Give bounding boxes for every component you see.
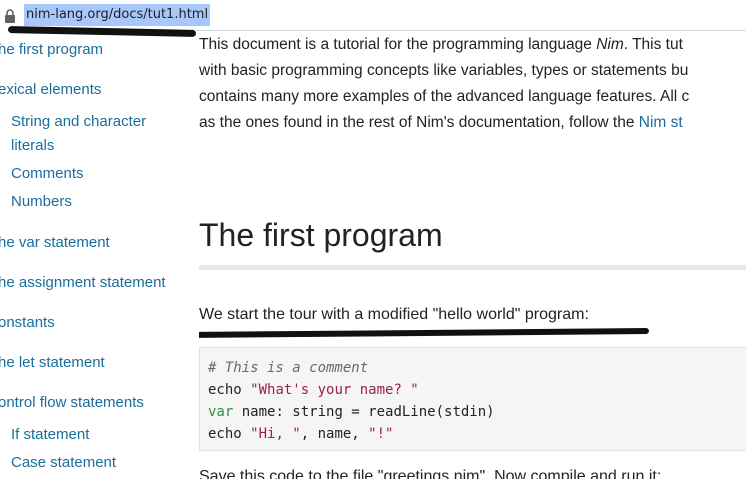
main-content: This document is a tutorial for the prog…	[199, 32, 746, 479]
intro-emphasis: Nim	[596, 36, 624, 53]
url-text[interactable]: nim-lang.org/docs/tut1.html	[24, 4, 211, 26]
sidebar-item-string-literals-cont[interactable]: literals	[11, 135, 54, 157]
sidebar-item-string-literals[interactable]: String and character	[11, 111, 146, 133]
intro-line-4: as the ones found in the rest of Nim's d…	[199, 110, 689, 136]
code-echo: echo	[208, 382, 251, 398]
code-string: "What's your name? "	[250, 382, 419, 398]
style-guide-link[interactable]: Nim st	[639, 114, 683, 131]
heading-rule	[199, 265, 746, 270]
sidebar-item-comments[interactable]: Comments	[11, 163, 84, 185]
sidebar-item-control-flow[interactable]: ontrol flow statements	[0, 392, 144, 414]
code-text: # This is a comment echo "What's your na…	[200, 348, 746, 454]
lock-icon[interactable]	[4, 9, 16, 23]
intro-text: . This tut	[623, 36, 683, 53]
intro-paragraph: This document is a tutorial for the prog…	[199, 32, 689, 136]
code-comment: # This is a comment	[208, 360, 369, 376]
code-text-fragment: , name,	[300, 426, 369, 442]
section-heading: The first program	[199, 217, 443, 253]
intro-text: as the ones found in the rest of Nim's d…	[199, 114, 639, 131]
code-keyword: var	[208, 404, 234, 420]
code-string: "Hi, "	[250, 426, 301, 442]
following-paragraph: Save this code to the file "greetings.ni…	[199, 468, 662, 479]
code-string: "!"	[368, 426, 394, 442]
sidebar-item-numbers[interactable]: Numbers	[11, 191, 72, 213]
sidebar-item-assignment-statement[interactable]: he assignment statement	[0, 272, 166, 294]
intro-line-1: This document is a tutorial for the prog…	[199, 32, 689, 58]
sidebar-item-if-statement[interactable]: If statement	[11, 424, 89, 446]
sidebar-item-constants[interactable]: onstants	[0, 312, 55, 334]
address-bar[interactable]: nim-lang.org/docs/tut1.html	[0, 0, 746, 37]
address-bar-divider	[196, 30, 746, 31]
sidebar-item-let-statement[interactable]: he let statement	[0, 352, 105, 374]
lead-sentence: We start the tour with a modified "hello…	[199, 306, 589, 323]
code-block: # This is a comment echo "What's your na…	[199, 347, 746, 451]
intro-text: This document is a tutorial for the prog…	[199, 36, 597, 53]
code-text-fragment: name: string = readLine(stdin)	[233, 404, 495, 420]
sidebar-item-lexical-elements[interactable]: exical elements	[0, 79, 101, 101]
sidebar-toc: he first program exical elements String …	[0, 32, 190, 479]
sidebar-item-var-statement[interactable]: he var statement	[0, 232, 110, 254]
intro-line-3: contains many more examples of the advan…	[199, 88, 690, 105]
code-echo: echo	[208, 426, 251, 442]
annotation-underline-lead	[199, 327, 650, 339]
sidebar-item-case-statement[interactable]: Case statement	[11, 452, 116, 474]
sidebar-item-first-program[interactable]: he first program	[0, 39, 103, 61]
intro-line-2: with basic programming concepts like var…	[199, 62, 689, 79]
